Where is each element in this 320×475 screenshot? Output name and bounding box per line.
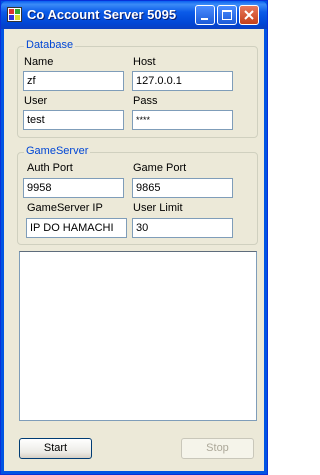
host-input[interactable]: 127.0.0.1 [132,71,233,91]
database-legend: Database [24,39,76,51]
pass-label: Pass [133,95,158,107]
user-label: User [24,95,48,107]
close-icon [244,10,254,20]
maximize-button[interactable] [217,5,237,25]
gameserver-legend: GameServer [24,145,91,157]
log-textarea[interactable] [19,251,257,421]
close-button[interactable] [239,5,259,25]
gameserver-ip-input[interactable]: IP DO HAMACHI [26,218,127,238]
client-area: Database Name zf Host 127.0.0.1 User tes… [4,29,264,471]
maximize-icon [222,10,232,20]
game-port-input[interactable]: 9865 [132,178,233,198]
gameserver-group: GameServer Auth Port 9958 Game Port 9865… [17,145,258,245]
database-group: Database Name zf Host 127.0.0.1 User tes… [17,39,258,138]
user-limit-label: User Limit [133,202,183,214]
title-bar[interactable]: Co Account Server 5095 [1,1,267,29]
app-window: Co Account Server 5095 Database Name zf … [0,0,268,475]
app-icon [7,7,22,22]
name-label: Name [24,56,54,68]
game-port-label: Game Port [133,162,187,174]
user-input[interactable]: test [23,110,124,130]
host-label: Host [133,56,156,68]
user-limit-input[interactable]: 30 [132,218,233,238]
gameserver-ip-label: GameServer IP [27,202,103,214]
minimize-button[interactable] [195,5,215,25]
start-button[interactable]: Start [19,438,92,459]
stop-button[interactable]: Stop [181,438,254,459]
pass-input[interactable]: **** [132,110,233,130]
auth-port-input[interactable]: 9958 [23,178,124,198]
minimize-icon [201,18,208,20]
window-title: Co Account Server 5095 [27,7,177,22]
name-input[interactable]: zf [23,71,124,91]
auth-port-label: Auth Port [27,162,73,174]
